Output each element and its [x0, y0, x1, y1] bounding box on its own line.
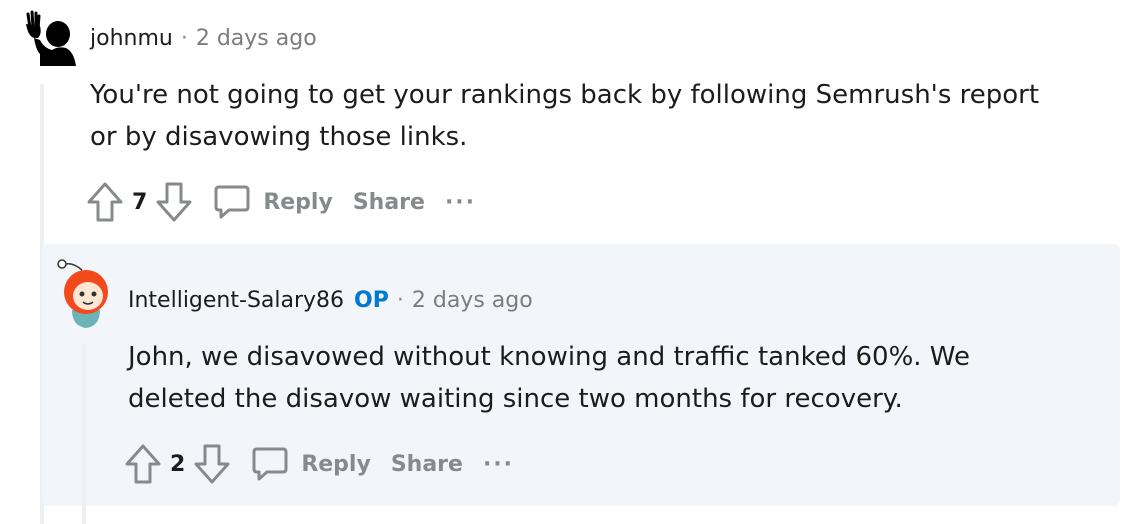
reply-button[interactable]: Reply — [213, 183, 333, 221]
comment-actions: 2 Reply Share ··· — [124, 442, 514, 486]
vote-score: 2 — [170, 451, 186, 477]
comment-line: or by disavowing those links. — [90, 122, 468, 152]
comment-actions: 7 Reply Share ··· — [86, 180, 476, 224]
comment-bubble-icon — [252, 447, 288, 481]
username[interactable]: Intelligent-Salary86 — [128, 288, 344, 313]
downvote-icon[interactable] — [155, 181, 193, 223]
comment-bubble-icon — [214, 185, 250, 219]
upvote-icon[interactable] — [86, 181, 124, 223]
upvote-icon[interactable] — [124, 443, 162, 485]
downvote-icon[interactable] — [193, 443, 231, 485]
timestamp[interactable]: 2 days ago — [196, 26, 317, 51]
more-icon[interactable]: ··· — [445, 190, 476, 215]
timestamp[interactable]: 2 days ago — [412, 288, 533, 313]
avatar[interactable] — [54, 254, 112, 330]
reply-button[interactable]: Reply — [251, 445, 371, 483]
avatar[interactable] — [14, 10, 76, 68]
thread-line[interactable] — [82, 344, 86, 524]
comment-line: deleted the disavow waiting since two mo… — [128, 384, 903, 414]
more-icon[interactable]: ··· — [483, 452, 514, 477]
comment-meta: johnmu · 2 days ago — [90, 26, 317, 51]
comment-line: John, we disavowed without knowing and t… — [128, 342, 970, 372]
comment-line: You're not going to get your rankings ba… — [90, 80, 1040, 110]
username[interactable]: johnmu — [90, 26, 173, 51]
comment-meta: Intelligent-Salary86 OP · 2 days ago — [128, 288, 533, 313]
separator-dot: · — [180, 26, 188, 51]
reply-label: Reply — [263, 189, 333, 215]
share-button[interactable]: Share — [353, 190, 425, 215]
reply-label: Reply — [301, 451, 371, 477]
share-button[interactable]: Share — [391, 452, 463, 477]
comment-body: You're not going to get your rankings ba… — [90, 74, 1110, 158]
comment-body: John, we disavowed without knowing and t… — [128, 336, 1108, 420]
vote-score: 7 — [132, 189, 148, 215]
op-badge: OP — [354, 288, 389, 313]
separator-dot: · — [396, 288, 404, 313]
